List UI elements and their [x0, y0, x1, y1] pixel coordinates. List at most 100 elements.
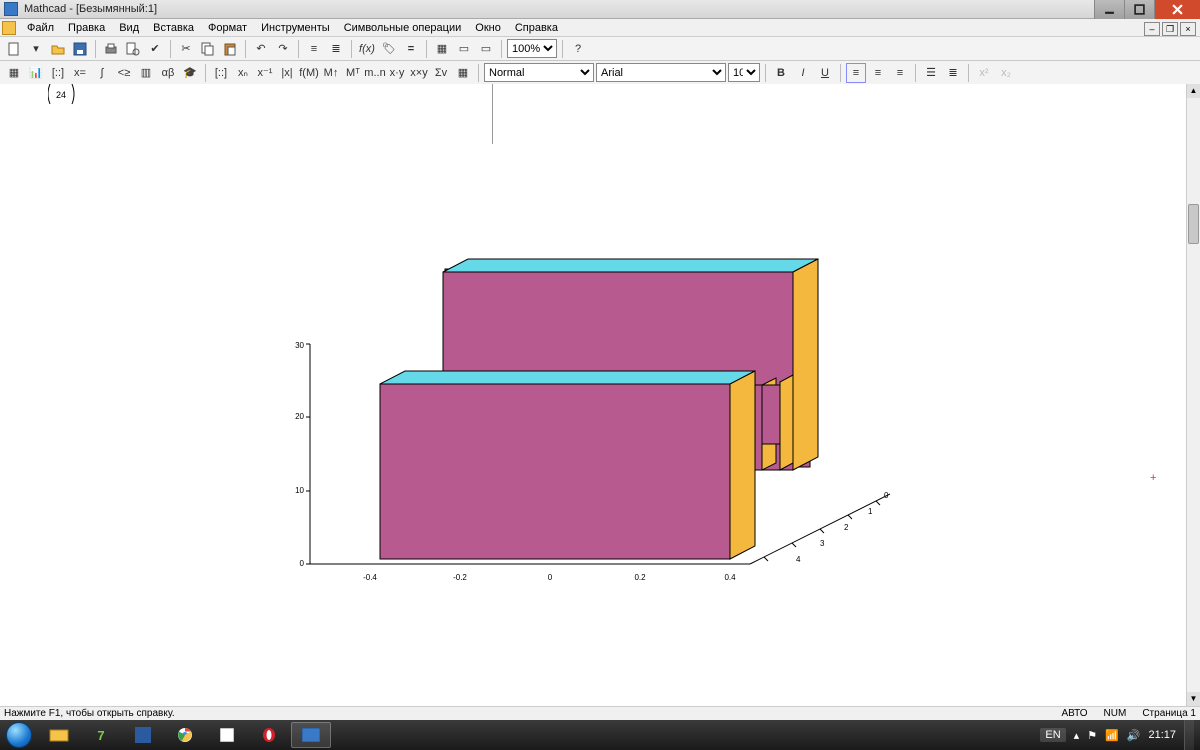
copy-icon[interactable] [198, 39, 218, 59]
insert-obj-icon[interactable]: ▭ [454, 39, 474, 59]
eval-icon[interactable]: x= [70, 63, 90, 83]
greek-icon[interactable]: αβ [158, 63, 178, 83]
new-icon[interactable] [4, 39, 24, 59]
tray-clock[interactable]: 21:17 [1148, 729, 1176, 741]
align-left-icon[interactable]: ≡ [846, 63, 866, 83]
task-chrome[interactable] [165, 722, 205, 748]
print-icon[interactable] [101, 39, 121, 59]
open-icon[interactable] [48, 39, 68, 59]
undo-icon[interactable]: ↶ [251, 39, 271, 59]
task-app1[interactable] [123, 722, 163, 748]
cut-icon[interactable]: ✂ [176, 39, 196, 59]
align-right-icon[interactable]: ≡ [890, 63, 910, 83]
mdi-restore[interactable]: ❐ [1162, 22, 1178, 36]
bold-button[interactable]: B [771, 63, 791, 83]
zoom-combo[interactable]: 100% [507, 39, 557, 58]
document-area[interactable]: 24 + 0 10 20 30 -0.4 -0.2 0 0.2 0.4 [0, 84, 1186, 706]
align-icon[interactable]: ≡ [304, 39, 324, 59]
italic-button[interactable]: I [793, 63, 813, 83]
vertical-scrollbar[interactable]: ▲ ▼ [1186, 84, 1200, 706]
calc-icon[interactable]: = [401, 39, 421, 59]
help-icon[interactable]: ? [568, 39, 588, 59]
scroll-down-icon[interactable]: ▼ [1187, 692, 1200, 706]
svg-text:0: 0 [300, 559, 305, 568]
bool-icon[interactable]: <≥ [114, 63, 134, 83]
font-combo[interactable]: Arial [596, 63, 726, 82]
m4-icon[interactable]: |x| [277, 63, 297, 83]
task-mathcad[interactable] [291, 722, 331, 748]
spell-icon[interactable]: ✔ [145, 39, 165, 59]
task-explorer[interactable] [39, 722, 79, 748]
mdi-close[interactable]: × [1180, 22, 1196, 36]
menu-tools[interactable]: Инструменты [254, 21, 337, 35]
bullets-icon[interactable]: ☰ [921, 63, 941, 83]
sup-icon[interactable]: x² [974, 63, 994, 83]
menu-format[interactable]: Формат [201, 21, 254, 35]
underline-button[interactable]: U [815, 63, 835, 83]
tray-language[interactable]: EN [1040, 728, 1065, 742]
m10-icon[interactable]: x×y [409, 63, 429, 83]
fx-icon[interactable]: f(x) [357, 39, 377, 59]
minimize-button[interactable] [1094, 0, 1124, 19]
tray-up-icon[interactable]: ▴ [1074, 729, 1080, 742]
preview-icon[interactable] [123, 39, 143, 59]
show-desktop-button[interactable] [1184, 720, 1194, 750]
svg-text:0: 0 [548, 573, 553, 582]
svg-text:1: 1 [868, 507, 873, 516]
insertion-cross-icon: + [1150, 472, 1156, 484]
menu-file[interactable]: Файл [20, 21, 61, 35]
m2-icon[interactable]: xₙ [233, 63, 253, 83]
numbered-icon[interactable]: ≣ [943, 63, 963, 83]
matrix-icon[interactable]: [::] [48, 63, 68, 83]
task-7zip[interactable]: 7 [81, 722, 121, 748]
prog-icon[interactable]: ▥ [136, 63, 156, 83]
menu-edit[interactable]: Правка [61, 21, 112, 35]
paste-icon[interactable] [220, 39, 240, 59]
m7-icon[interactable]: Mᵀ [343, 63, 363, 83]
m5-icon[interactable]: f(M) [299, 63, 319, 83]
sub-icon[interactable]: x₂ [996, 63, 1016, 83]
m3-icon[interactable]: x⁻¹ [255, 63, 275, 83]
sym-icon[interactable]: 🎓 [180, 63, 200, 83]
close-button[interactable] [1154, 0, 1200, 19]
menu-insert[interactable]: Вставка [146, 21, 201, 35]
tray-volume-icon[interactable]: 🔊 [1127, 729, 1141, 742]
m11-icon[interactable]: Σv [431, 63, 451, 83]
align2-icon[interactable]: ≣ [326, 39, 346, 59]
dropdown-new-icon[interactable]: ▾ [26, 39, 46, 59]
status-num: NUM [1104, 708, 1127, 719]
scroll-thumb-v[interactable] [1188, 204, 1199, 244]
system-tray: EN ▴ ⚑ 📶 🔊 21:17 [1034, 720, 1200, 750]
component-icon[interactable]: ▦ [432, 39, 452, 59]
size-combo[interactable]: 10 [728, 63, 760, 82]
chart-3d-bar[interactable]: 0 10 20 30 -0.4 -0.2 0 0.2 0.4 0 1 2 3 4 [270, 254, 910, 634]
menu-symbolic[interactable]: Символьные операции [337, 21, 469, 35]
align-center-icon[interactable]: ≡ [868, 63, 888, 83]
scroll-up-icon[interactable]: ▲ [1187, 84, 1200, 98]
calc-tool-icon[interactable]: ∫ [92, 63, 112, 83]
calculator-icon[interactable]: ▦ [4, 63, 24, 83]
m12-icon[interactable]: ▦ [453, 63, 473, 83]
maximize-button[interactable] [1124, 0, 1154, 19]
m8-icon[interactable]: m..n [365, 63, 385, 83]
m9-icon[interactable]: x·y [387, 63, 407, 83]
task-opera[interactable] [249, 722, 289, 748]
tray-flag-icon[interactable]: ⚑ [1087, 729, 1097, 742]
tray-network-icon[interactable]: 📶 [1105, 729, 1119, 742]
style-combo[interactable]: Normal [484, 63, 594, 82]
menu-window[interactable]: Окно [468, 21, 508, 35]
app-icon [4, 2, 18, 16]
m1-icon[interactable]: [::] [211, 63, 231, 83]
mdi-minimize[interactable]: – [1144, 22, 1160, 36]
unit-icon[interactable]: 🏷 [379, 39, 399, 59]
graph-icon[interactable]: 📊 [26, 63, 46, 83]
insert-hyperlink-icon[interactable]: ▭ [476, 39, 496, 59]
save-icon[interactable] [70, 39, 90, 59]
svg-text:10: 10 [295, 486, 304, 495]
m6-icon[interactable]: M↑ [321, 63, 341, 83]
menu-view[interactable]: Вид [112, 21, 146, 35]
menu-help[interactable]: Справка [508, 21, 565, 35]
task-app2[interactable] [207, 722, 247, 748]
redo-icon[interactable]: ↷ [273, 39, 293, 59]
start-button[interactable] [0, 720, 38, 750]
